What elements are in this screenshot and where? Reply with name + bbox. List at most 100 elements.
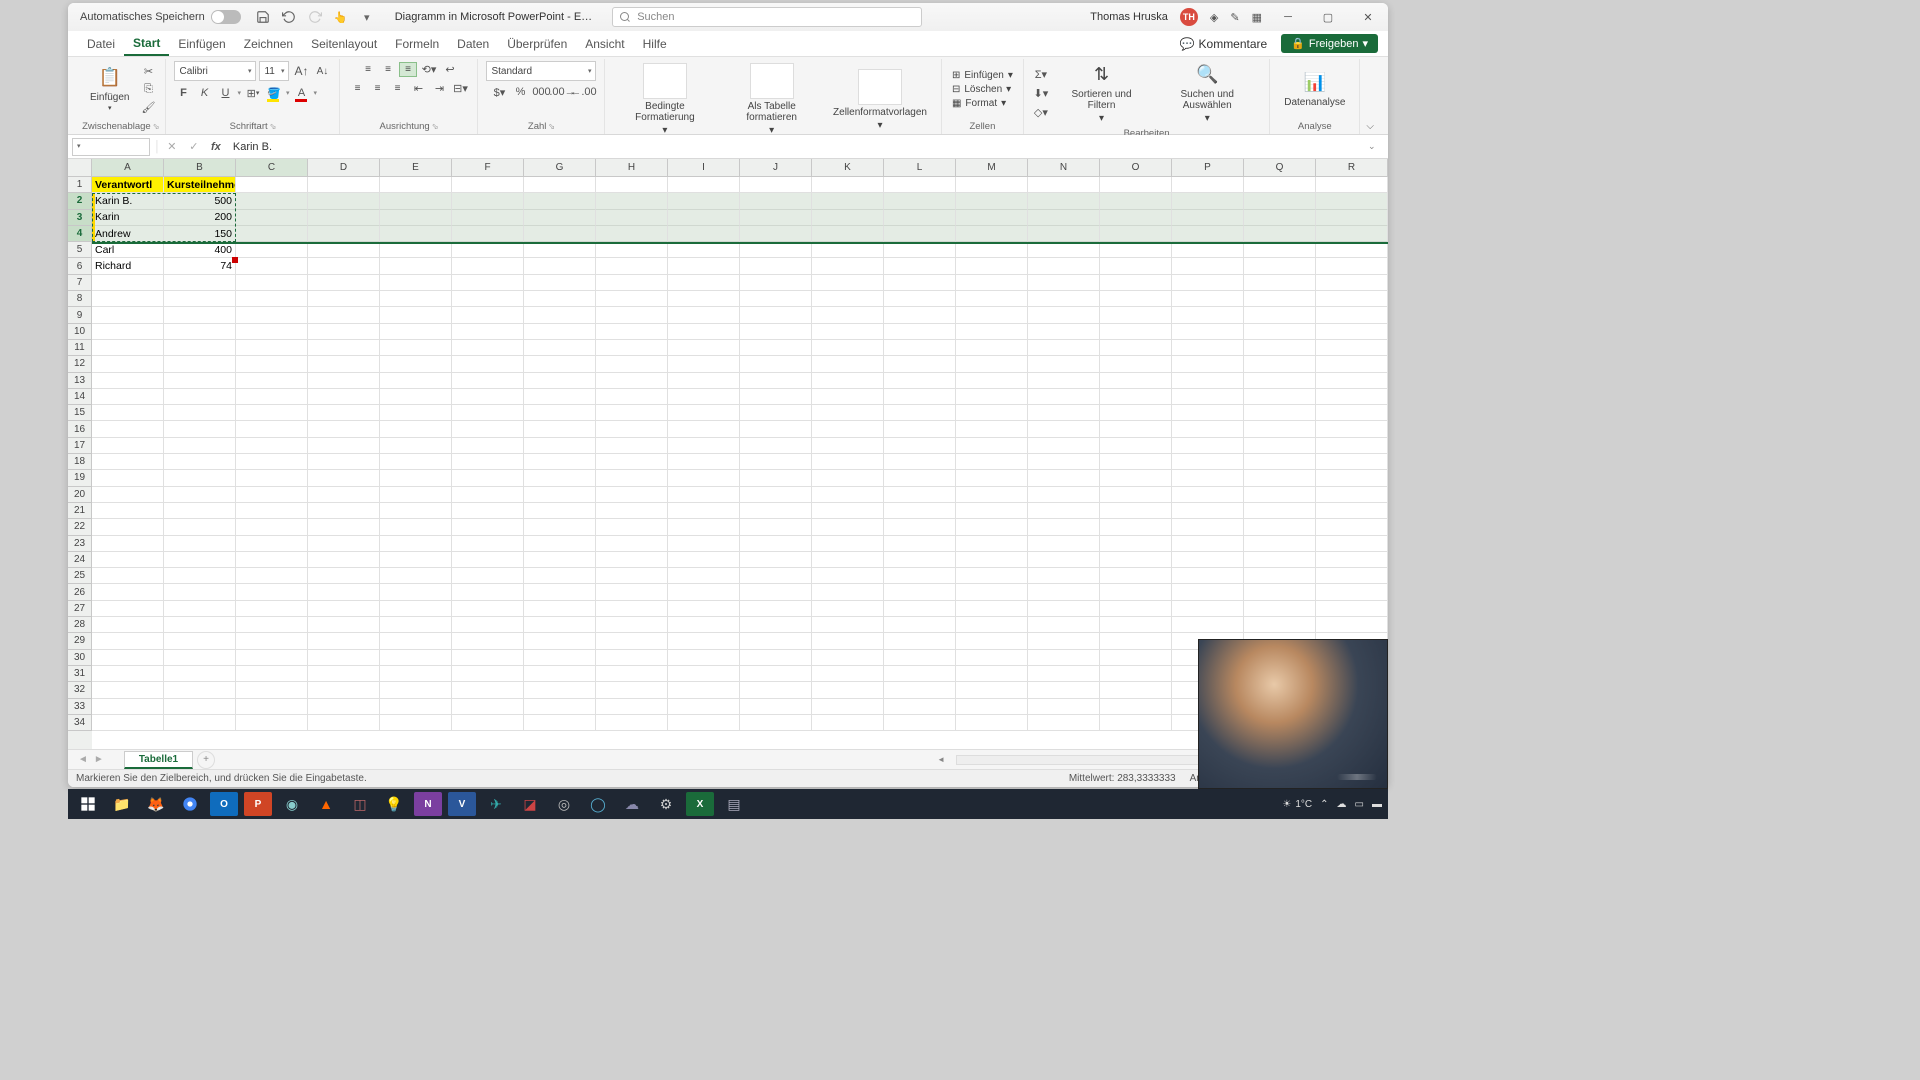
cell-A8[interactable] <box>92 291 164 307</box>
cell-H26[interactable] <box>596 584 668 600</box>
cell-R11[interactable] <box>1316 340 1388 356</box>
cell-N29[interactable] <box>1028 633 1100 649</box>
cell-Q19[interactable] <box>1244 470 1316 486</box>
cell-O20[interactable] <box>1100 487 1172 503</box>
tab-überprüfen[interactable]: Überprüfen <box>498 33 576 55</box>
cell-B10[interactable] <box>164 324 236 340</box>
cell-H12[interactable] <box>596 356 668 372</box>
cell-F25[interactable] <box>452 568 524 584</box>
cell-D16[interactable] <box>308 421 380 437</box>
cell-E23[interactable] <box>380 536 452 552</box>
col-header-J[interactable]: J <box>740 159 812 177</box>
cell-R15[interactable] <box>1316 405 1388 421</box>
cell-P19[interactable] <box>1172 470 1244 486</box>
cell-F19[interactable] <box>452 470 524 486</box>
cell-N27[interactable] <box>1028 601 1100 617</box>
cell-A12[interactable] <box>92 356 164 372</box>
cell-H31[interactable] <box>596 666 668 682</box>
cell-F27[interactable] <box>452 601 524 617</box>
cell-N26[interactable] <box>1028 584 1100 600</box>
cell-G17[interactable] <box>524 438 596 454</box>
cell-I17[interactable] <box>668 438 740 454</box>
merge-icon[interactable]: ⊟▾ <box>451 80 469 96</box>
cell-F3[interactable] <box>452 210 524 226</box>
thousands-icon[interactable]: 000 <box>532 84 550 100</box>
cell-G27[interactable] <box>524 601 596 617</box>
cell-K31[interactable] <box>812 666 884 682</box>
cell-H6[interactable] <box>596 258 668 274</box>
cell-A15[interactable] <box>92 405 164 421</box>
cell-K12[interactable] <box>812 356 884 372</box>
cell-Q10[interactable] <box>1244 324 1316 340</box>
insert-cells-button[interactable]: ⊞ Einfügen ▾ <box>950 69 1015 82</box>
cell-O9[interactable] <box>1100 307 1172 323</box>
cell-A2[interactable]: Karin B. <box>92 193 164 209</box>
cell-D23[interactable] <box>308 536 380 552</box>
cell-C34[interactable] <box>236 715 308 731</box>
cell-F21[interactable] <box>452 503 524 519</box>
outlook-icon[interactable]: O <box>210 792 238 816</box>
cell-D21[interactable] <box>308 503 380 519</box>
cell-R19[interactable] <box>1316 470 1388 486</box>
align-left[interactable]: ≡ <box>348 81 366 96</box>
undo-icon[interactable] <box>281 9 297 25</box>
paste-button[interactable]: 📋 Einfügen ▾ <box>84 64 135 115</box>
cell-H19[interactable] <box>596 470 668 486</box>
cell-J20[interactable] <box>740 487 812 503</box>
cell-C15[interactable] <box>236 405 308 421</box>
cell-R4[interactable] <box>1316 226 1388 242</box>
cell-K20[interactable] <box>812 487 884 503</box>
cell-C14[interactable] <box>236 389 308 405</box>
cell-J6[interactable] <box>740 258 812 274</box>
decrease-decimal-icon[interactable]: ←.00 <box>574 84 592 100</box>
cell-B31[interactable] <box>164 666 236 682</box>
user-name[interactable]: Thomas Hruska <box>1090 11 1168 23</box>
cell-P4[interactable] <box>1172 226 1244 242</box>
cell-O25[interactable] <box>1100 568 1172 584</box>
cell-K4[interactable] <box>812 226 884 242</box>
cell-A26[interactable] <box>92 584 164 600</box>
cell-N31[interactable] <box>1028 666 1100 682</box>
cell-K7[interactable] <box>812 275 884 291</box>
increase-decimal-icon[interactable]: .00→ <box>553 84 571 100</box>
cell-C19[interactable] <box>236 470 308 486</box>
cell-E15[interactable] <box>380 405 452 421</box>
cell-I12[interactable] <box>668 356 740 372</box>
cell-R9[interactable] <box>1316 307 1388 323</box>
cell-N1[interactable] <box>1028 177 1100 193</box>
cell-J7[interactable] <box>740 275 812 291</box>
cell-B15[interactable] <box>164 405 236 421</box>
cell-I27[interactable] <box>668 601 740 617</box>
cell-L5[interactable] <box>884 242 956 258</box>
autosum-icon[interactable]: Σ▾ <box>1032 67 1050 83</box>
cell-P3[interactable] <box>1172 210 1244 226</box>
row-header-3[interactable]: 3 <box>68 210 92 226</box>
cell-H29[interactable] <box>596 633 668 649</box>
cell-E9[interactable] <box>380 307 452 323</box>
row-header-15[interactable]: 15 <box>68 405 92 421</box>
cell-M2[interactable] <box>956 193 1028 209</box>
cell-P17[interactable] <box>1172 438 1244 454</box>
cell-P16[interactable] <box>1172 421 1244 437</box>
cell-M4[interactable] <box>956 226 1028 242</box>
cell-I13[interactable] <box>668 373 740 389</box>
cell-I23[interactable] <box>668 536 740 552</box>
cell-C27[interactable] <box>236 601 308 617</box>
cell-J3[interactable] <box>740 210 812 226</box>
cell-G28[interactable] <box>524 617 596 633</box>
cell-P8[interactable] <box>1172 291 1244 307</box>
cell-E19[interactable] <box>380 470 452 486</box>
cell-G25[interactable] <box>524 568 596 584</box>
cell-Q6[interactable] <box>1244 258 1316 274</box>
col-header-H[interactable]: H <box>596 159 668 177</box>
cell-E30[interactable] <box>380 650 452 666</box>
cell-C3[interactable] <box>236 210 308 226</box>
cell-C13[interactable] <box>236 373 308 389</box>
cell-G22[interactable] <box>524 519 596 535</box>
cell-N8[interactable] <box>1028 291 1100 307</box>
cell-F8[interactable] <box>452 291 524 307</box>
row-header-4[interactable]: 4 <box>68 226 92 242</box>
row-header-12[interactable]: 12 <box>68 356 92 372</box>
cell-B32[interactable] <box>164 682 236 698</box>
cell-G5[interactable] <box>524 242 596 258</box>
